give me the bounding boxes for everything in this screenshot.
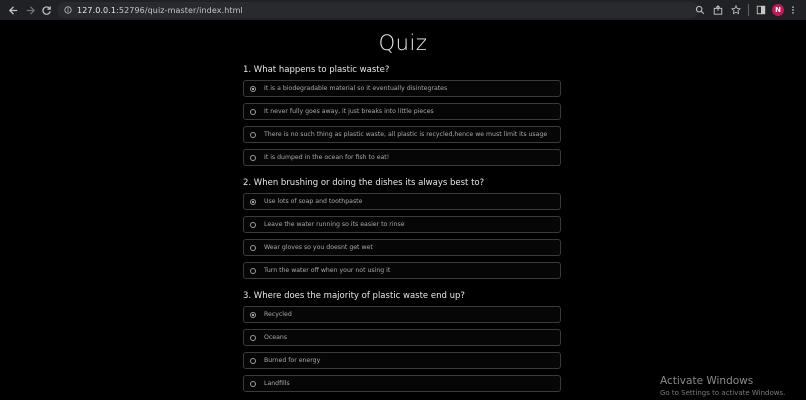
question-3: 3. Where does the majority of plastic wa… <box>243 291 465 301</box>
radio-button[interactable] <box>250 108 256 115</box>
answer-label: Oceans <box>264 334 288 341</box>
arrow-left-icon <box>8 5 17 15</box>
answer-option[interactable]: There is no such thing as plastic waste,… <box>243 126 561 143</box>
answer-option[interactable]: Oceans <box>243 329 561 346</box>
arrow-right-icon <box>26 5 35 15</box>
radio-button[interactable] <box>250 380 256 387</box>
question-2: 2. When brushing or doing the dishes its… <box>243 178 485 188</box>
radio-button[interactable] <box>250 334 256 341</box>
radio-button[interactable] <box>250 357 256 364</box>
answer-label: Leave the water running so its easier to… <box>264 221 405 228</box>
answer-label: There is no such thing as plastic waste,… <box>264 131 548 138</box>
answer-option[interactable]: Wear gloves so you doesnt get wet <box>243 239 561 256</box>
radio-button[interactable] <box>250 244 256 251</box>
activation-watermark-subtitle: Go to Settings to activate Windows. <box>660 389 786 397</box>
answer-label: Landfills <box>264 380 290 387</box>
answer-label: Recycled <box>264 311 292 318</box>
answer-option[interactable]: Landfills <box>243 375 561 392</box>
toolbar-divider <box>748 4 749 16</box>
answer-option[interactable]: Turn the water off when your not using i… <box>243 262 561 279</box>
browser-toolbar: 127.0.0.1:52796/quiz-master/index.html N <box>0 0 806 20</box>
side-panel-icon <box>756 5 766 15</box>
answer-label: Turn the water off when your not using i… <box>264 267 391 274</box>
page-title: Quiz <box>378 31 428 55</box>
url-text: 127.0.0.1:52796/quiz-master/index.html <box>77 5 243 15</box>
answer-label: It is a biodegradable material so it eve… <box>264 85 448 92</box>
zoom-button[interactable] <box>691 2 709 18</box>
answer-option[interactable]: Leave the water running so its easier to… <box>243 216 561 233</box>
profile-avatar[interactable]: N <box>772 4 784 16</box>
answer-option[interactable]: It is a biodegradable material so it eve… <box>243 80 561 97</box>
answer-option[interactable]: Recycled <box>243 306 561 323</box>
search-icon <box>695 5 705 15</box>
side-panel-button[interactable] <box>752 2 770 18</box>
reload-icon <box>41 5 51 15</box>
question-1: 1. What happens to plastic waste? <box>243 65 390 75</box>
share-button[interactable] <box>709 2 727 18</box>
toolbar-actions: N <box>691 2 802 18</box>
answer-option[interactable]: It never fully goes away, it just breaks… <box>243 103 561 120</box>
share-icon <box>713 5 723 15</box>
answer-option[interactable]: Burned for energy <box>243 352 561 369</box>
radio-button[interactable] <box>250 198 256 205</box>
answer-label: Use lots of soap and toothpaste <box>264 198 363 205</box>
radio-button[interactable] <box>250 311 256 318</box>
activation-watermark-title: Activate Windows <box>660 375 754 387</box>
star-icon <box>731 5 741 15</box>
reload-button[interactable] <box>37 1 55 19</box>
answer-label: It is dumped in the ocean for fish to ea… <box>264 154 390 161</box>
radio-button[interactable] <box>250 221 256 228</box>
menu-button[interactable] <box>784 2 802 18</box>
answer-option[interactable]: It is dumped in the ocean for fish to ea… <box>243 149 561 166</box>
answer-option[interactable]: Use lots of soap and toothpaste <box>243 193 561 210</box>
site-info-icon[interactable] <box>62 4 74 16</box>
radio-button[interactable] <box>250 267 256 274</box>
back-button[interactable] <box>4 1 22 19</box>
answer-label: It never fully goes away, it just breaks… <box>264 108 434 115</box>
radio-button[interactable] <box>250 131 256 138</box>
kebab-menu-icon <box>792 6 794 14</box>
answer-label: Burned for energy <box>264 357 321 364</box>
answer-label: Wear gloves so you doesnt get wet <box>264 244 373 251</box>
radio-button[interactable] <box>250 154 256 161</box>
bookmark-button[interactable] <box>727 2 745 18</box>
radio-button[interactable] <box>250 85 256 92</box>
address-bar[interactable]: 127.0.0.1:52796/quiz-master/index.html <box>57 2 699 18</box>
